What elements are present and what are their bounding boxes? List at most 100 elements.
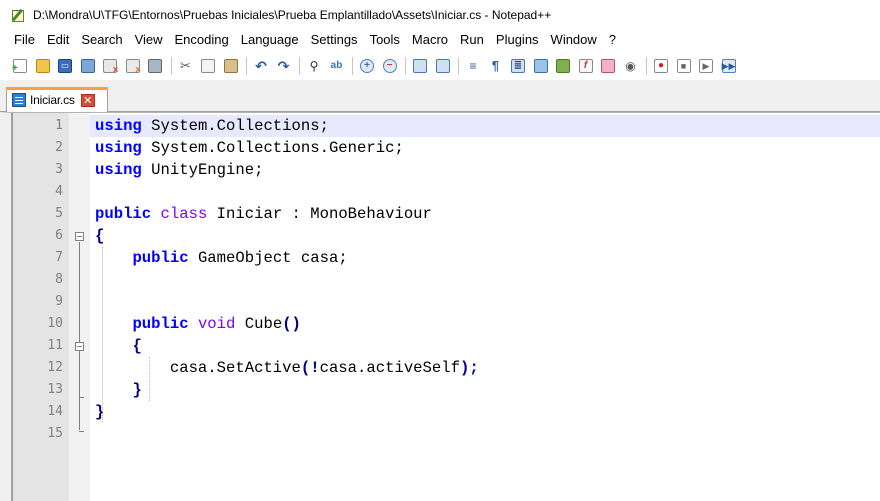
record-macro-icon[interactable]: ● [653, 58, 669, 74]
sync-vertical-icon[interactable] [412, 58, 428, 74]
menu-edit[interactable]: Edit [41, 29, 75, 51]
user-language-icon[interactable] [533, 58, 549, 74]
print-icon[interactable] [147, 58, 163, 74]
menu-search[interactable]: Search [75, 29, 128, 51]
line-number: 7 [55, 250, 63, 265]
editor[interactable]: 1 using System.Collections; 2 using System.… [0, 112, 880, 501]
toolbar-separator [246, 56, 247, 75]
menu-view[interactable]: View [129, 29, 169, 51]
save-all-icon[interactable] [80, 58, 96, 74]
stop-macro-icon[interactable]: ■ [676, 58, 692, 74]
code-token: () [282, 315, 301, 333]
toolbar: + ▭ x x ✂ ↶ ↷ ⚲ ab + − ≡ ¶ ≣ f ◉ ● ■ ▶ ▶… [0, 51, 880, 80]
indent-guide-icon[interactable]: ≣ [510, 58, 526, 74]
monitoring-icon[interactable]: ◉ [623, 58, 639, 74]
line-number: 12 [47, 360, 63, 375]
code-line[interactable]: casa.SetActive(!casa.activeSelf); [95, 357, 479, 379]
zoom-in-icon[interactable]: + [359, 58, 375, 74]
toolbar-separator [646, 56, 647, 75]
cut-icon[interactable]: ✂ [178, 58, 194, 74]
code-line[interactable]: { [95, 225, 104, 247]
paste-icon[interactable] [223, 58, 239, 74]
fold-end-marker [79, 397, 84, 398]
open-file-icon[interactable] [35, 58, 51, 74]
replace-icon[interactable]: ab [329, 58, 345, 74]
line-number: 2 [55, 140, 63, 155]
code-token: class [160, 205, 208, 223]
folder-workspace-icon[interactable] [600, 58, 616, 74]
code-token: casa.activeSelf [319, 359, 460, 377]
code-token: public [95, 205, 152, 223]
line-number: 9 [55, 294, 63, 309]
menu-run[interactable]: Run [454, 29, 490, 51]
toolbar-separator [170, 56, 172, 75]
code-line[interactable]: public class Iniciar : MonoBehaviour [95, 203, 432, 225]
code-line[interactable]: public void Cube() [95, 313, 301, 335]
doc-map-icon[interactable] [555, 58, 571, 74]
line-number: 5 [55, 206, 63, 221]
close-tab-icon[interactable]: ✕ [80, 93, 95, 107]
copy-icon[interactable] [200, 58, 216, 74]
zoom-out-icon[interactable]: − [382, 58, 398, 74]
menu-help[interactable]: ? [603, 29, 622, 51]
line-number: 6 [55, 228, 63, 243]
menu-tools[interactable]: Tools [364, 29, 406, 51]
fold-end-marker [79, 431, 84, 432]
tab-iniciar-cs[interactable]: Iniciar.cs ✕ [6, 87, 108, 112]
window-title: D:\Mondra\U\TFG\Entornos\Pruebas Inicial… [33, 7, 552, 22]
menu-file[interactable]: File [0, 29, 41, 51]
menu-macro[interactable]: Macro [406, 29, 454, 51]
line-number: 4 [55, 184, 63, 199]
word-wrap-icon[interactable]: ≡ [465, 58, 481, 74]
code-line[interactable]: using System.Collections.Generic; [95, 137, 404, 159]
code-token: } [132, 381, 142, 399]
code-token: using [95, 117, 142, 135]
menu-settings[interactable]: Settings [305, 29, 364, 51]
line-number: 14 [47, 404, 63, 419]
line-number: 10 [47, 316, 63, 331]
code-token: UnityEngine; [141, 161, 264, 179]
code-token: Iniciar : MonoBehaviour [207, 205, 432, 223]
notepad-plus-plus-icon [11, 7, 27, 23]
code-token: using [95, 161, 142, 179]
fold-toggle-icon[interactable] [75, 342, 84, 351]
run-macro-multiple-icon[interactable]: ▶▶ [721, 58, 737, 74]
title-bar: D:\Mondra\U\TFG\Entornos\Pruebas Inicial… [0, 0, 880, 29]
function-list-icon[interactable]: f [578, 58, 594, 74]
line-number: 15 [47, 426, 63, 441]
play-macro-icon[interactable]: ▶ [698, 58, 714, 74]
code-line[interactable]: using System.Collections; [95, 115, 329, 137]
code-token: (! [300, 359, 320, 377]
menu-window[interactable]: Window [545, 29, 603, 51]
find-icon[interactable]: ⚲ [306, 58, 322, 74]
code-token: System.Collections; [141, 117, 329, 135]
toolbar-separator [405, 56, 406, 75]
show-all-chars-icon[interactable]: ¶ [488, 58, 504, 74]
undo-icon[interactable]: ↶ [253, 58, 269, 74]
code-token: GameObject casa; [188, 249, 348, 267]
close-icon[interactable]: x [102, 58, 118, 74]
indent-guide [102, 247, 103, 422]
fold-toggle-icon[interactable] [75, 232, 84, 241]
menu-language[interactable]: Language [235, 29, 305, 51]
menu-encoding[interactable]: Encoding [169, 29, 235, 51]
line-number: 11 [47, 338, 63, 353]
close-all-icon[interactable]: x [125, 58, 141, 74]
menu-plugins[interactable]: Plugins [490, 29, 545, 51]
toolbar-separator [352, 56, 353, 75]
code-token: casa.SetActive [95, 359, 301, 377]
redo-icon[interactable]: ↷ [276, 58, 292, 74]
code-line[interactable]: using UnityEngine; [95, 159, 263, 181]
line-number: 1 [55, 118, 63, 133]
save-icon[interactable]: ▭ [57, 58, 73, 74]
code-line[interactable]: public GameObject casa; [95, 247, 348, 269]
sync-horizontal-icon[interactable] [435, 58, 451, 74]
indent-guide [149, 357, 150, 401]
code-token: { [95, 227, 105, 245]
new-file-icon[interactable]: + [12, 58, 28, 74]
code-token: Cube [235, 315, 283, 333]
